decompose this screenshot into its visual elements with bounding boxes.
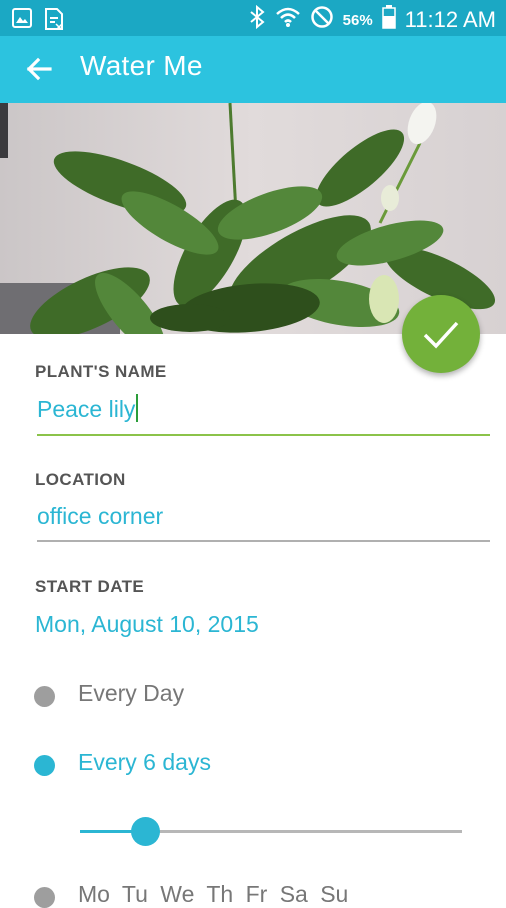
bluetooth-icon [248,4,266,35]
status-bar: 56% 11:12 AM [0,0,506,36]
plant-name-value: Peace lily [37,396,136,422]
start-date-picker[interactable]: Mon, August 10, 2015 [35,611,259,638]
radio-label: Every 6 days [78,749,211,775]
page-title: Water Me [80,50,203,81]
text-cursor [136,394,139,422]
radio-every-day[interactable]: Every Day [34,680,184,707]
radio-indicator [34,755,55,776]
plant-name-label: PLANT'S NAME [35,362,167,381]
do-not-disturb-icon [310,5,334,35]
image-icon [12,8,32,35]
radio-weekdays[interactable]: Mo Tu We Th Fr Sa Su [34,881,348,908]
radio-label: Mo Tu We Th Fr Sa Su [78,881,349,907]
clock: 11:12 AM [404,7,496,32]
arrow-back-icon[interactable] [22,52,56,86]
battery-icon [381,5,396,35]
radio-label: Every Day [78,680,185,706]
battery-percent: 56% [342,11,373,29]
plant-name-input[interactable]: Peace lily [37,394,139,423]
radio-indicator [34,686,55,707]
location-input[interactable]: office corner [37,503,163,530]
start-date-label: START DATE [35,577,145,596]
app-bar: Water Me [0,36,506,103]
slider-track [146,830,462,833]
slider-thumb[interactable] [131,817,160,846]
radio-every-n-days[interactable]: Every 6 days [34,749,211,776]
plant-name-underline [37,434,490,436]
document-icon [44,8,64,35]
wifi-icon [275,6,301,34]
radio-indicator [34,887,55,908]
location-label: LOCATION [35,470,126,489]
location-underline [37,540,490,542]
check-icon [423,321,459,349]
save-fab-button[interactable] [402,295,480,373]
